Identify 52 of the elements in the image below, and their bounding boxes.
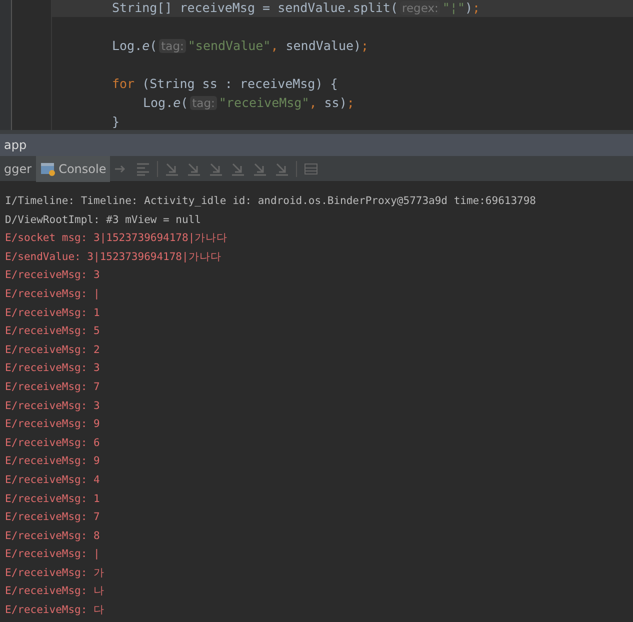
scroll-icon[interactable] — [135, 160, 152, 176]
log-line: I/Timeline: Timeline: Activity_idle id: android.os.BinderProxy@5773a9d time:69613798 — [5, 194, 538, 209]
tool-window-title: app — [0, 134, 633, 156]
log-line: E/receiveMsg: 다 — [5, 603, 106, 618]
code-token: String[] receiveMsg = sendValue.split( — [112, 0, 398, 15]
parameter-hint: tag: — [159, 39, 186, 53]
code-token: ( — [150, 38, 158, 53]
log-line: E/receiveMsg: 5 — [5, 324, 101, 340]
log-line: E/sendValue: 3|1523739694178|가나다 — [5, 250, 222, 265]
code-token: ) — [464, 0, 472, 15]
code-token: , — [309, 95, 317, 110]
log-line: D/ViewRootImpl: #3 mView = null — [5, 212, 202, 228]
log-line: E/receiveMsg: 4 — [5, 472, 101, 488]
log-line: E/receiveMsg: | — [5, 547, 101, 562]
code-token: } — [112, 114, 120, 129]
code-token: , — [270, 38, 278, 53]
log-line: E/receiveMsg: 9 — [5, 417, 101, 432]
log-line: E/receiveMsg: 8 — [5, 528, 101, 544]
log-line: E/receiveMsg: 7 — [5, 510, 101, 526]
code-token: Log. — [143, 95, 174, 110]
code-token: ; — [346, 95, 354, 110]
log-line: E/receiveMsg: 7 — [5, 380, 101, 395]
tab[interactable]: Console — [36, 156, 110, 182]
console-icon — [40, 160, 56, 176]
log-line: E/receiveMsg: 1 — [5, 492, 101, 506]
code-token: e — [173, 95, 181, 110]
code-token: ( — [180, 95, 188, 110]
code-token: for — [112, 76, 135, 91]
log-line: E/receiveMsg: | — [5, 286, 101, 302]
code-token: "¦" — [442, 0, 465, 15]
log-line: E/receiveMsg: 3 — [5, 361, 101, 376]
log-line: E/receiveMsg: 1 — [5, 306, 101, 321]
grid-icon[interactable] — [303, 160, 320, 176]
code-token: e — [142, 38, 150, 53]
code-token: ss) — [323, 95, 347, 110]
code-token: sendValue) — [284, 38, 362, 53]
log-line: E/socket msg: 3|1523739694178|가나다 — [5, 231, 229, 246]
log-line: E/receiveMsg: 9 — [5, 454, 101, 470]
log-line: E/receiveMsg: 나 — [5, 584, 106, 600]
code-token: (String ss : receiveMsg) { — [141, 76, 338, 91]
code-token: "receiveMsg" — [218, 95, 310, 110]
log-line: E/receiveMsg: 6 — [5, 436, 101, 451]
parameter-hint: tag: — [190, 96, 217, 110]
code-token: ; — [361, 38, 369, 53]
code-token: "sendValue" — [188, 38, 271, 53]
log-line: E/receiveMsg: 3 — [5, 268, 101, 284]
log-line: E/receiveMsg: 가 — [5, 566, 106, 581]
tab[interactable]: gger — [0, 156, 36, 182]
log-line: E/receiveMsg: 3 — [5, 398, 101, 414]
code-token: Log. — [112, 38, 142, 53]
code-token: ; — [472, 0, 480, 15]
log-line: E/receiveMsg: 2 — [5, 342, 101, 358]
